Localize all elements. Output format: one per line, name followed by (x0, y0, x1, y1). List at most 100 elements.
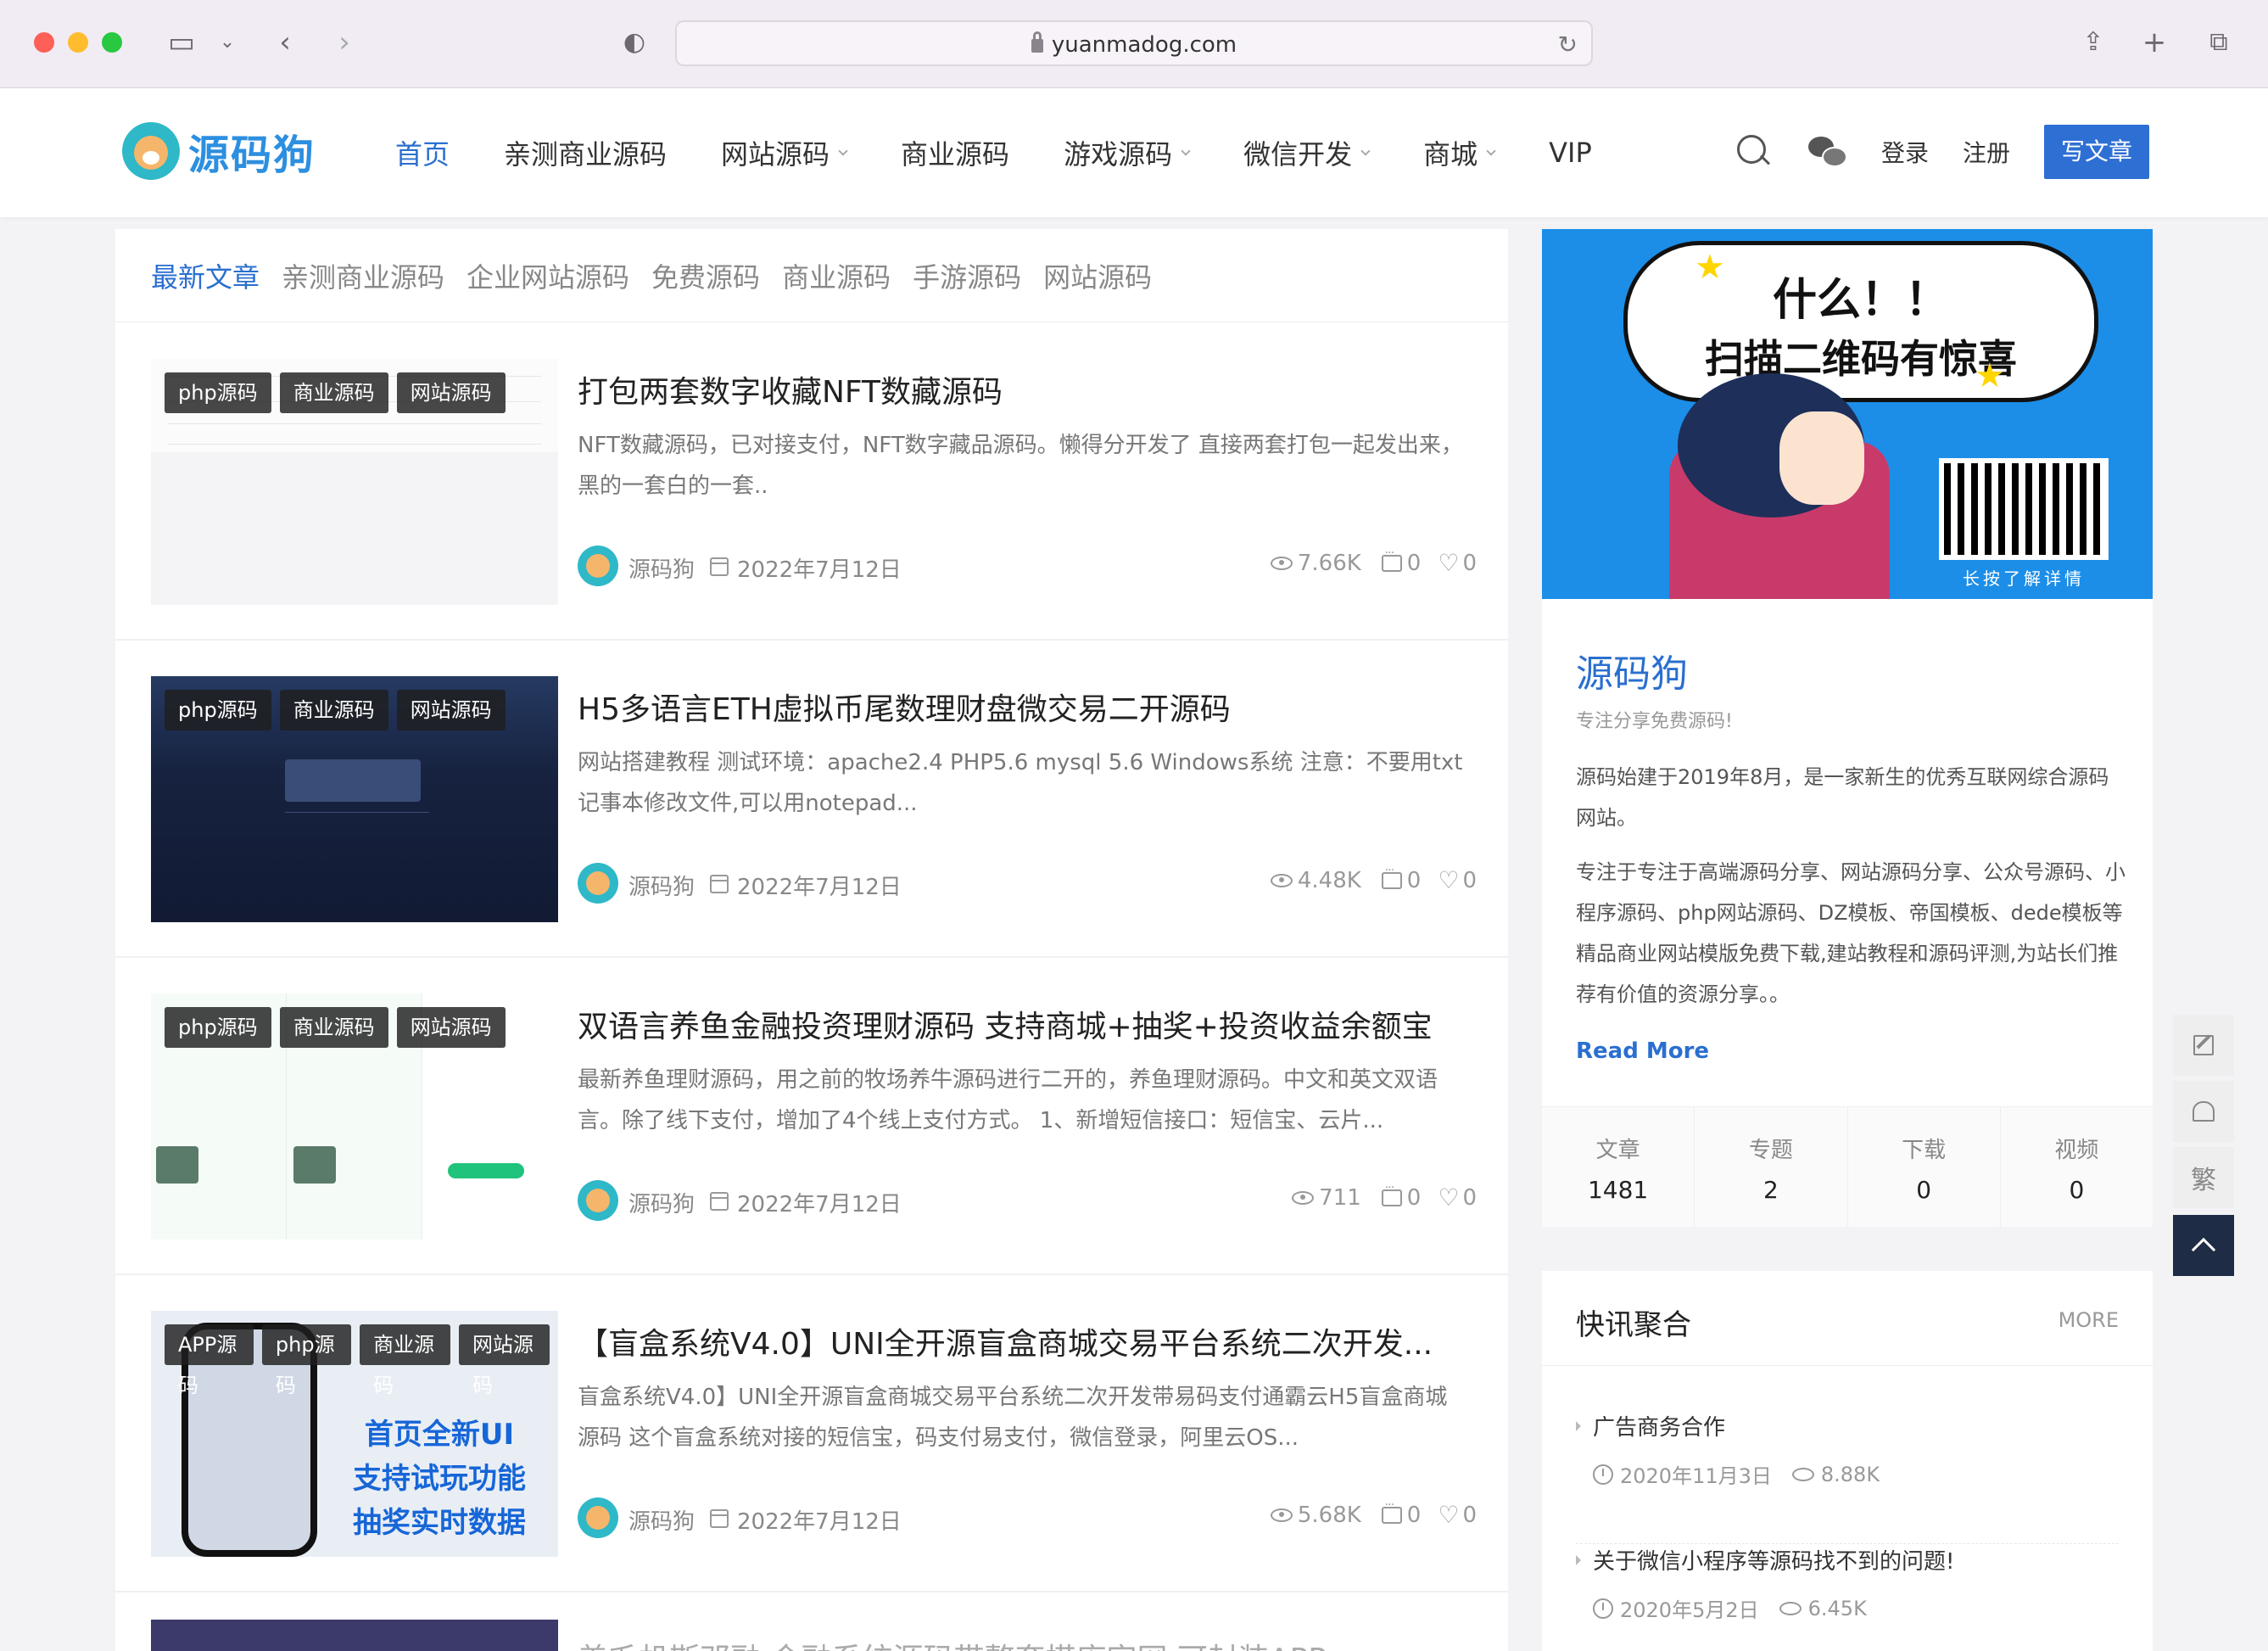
avatar[interactable] (578, 546, 618, 586)
post-thumbnail[interactable]: php源码 商业源码 网站源码 (151, 359, 558, 605)
nav-item-tested-commercial[interactable]: 亲测商业源码 (504, 133, 667, 172)
nav-label: VIP (1549, 137, 1592, 169)
zoom-window-button[interactable] (102, 32, 122, 53)
author-name[interactable]: 源码狗 (628, 552, 695, 584)
address-bar[interactable]: yuanmadog.com ↻ (675, 20, 1593, 66)
nav-item-mall[interactable]: 商城 (1423, 133, 1496, 172)
post-stats: 7.66K 0 ♡ 0 (1270, 546, 1477, 576)
news-item[interactable]: 广告商务合作 2020年11月3日 8.88K (1576, 1410, 2119, 1544)
forward-icon[interactable]: › (327, 25, 361, 59)
post-title[interactable]: 盖毛机斯邓融 金融系统源码带整套搭库字网 可封装APP (578, 1635, 1468, 1651)
minimize-window-button[interactable] (68, 32, 88, 53)
badge[interactable]: php源码 (165, 1007, 271, 1048)
stat-videos[interactable]: 视频 0 (2001, 1107, 2153, 1227)
qr-code[interactable] (1939, 458, 2109, 560)
tab-free-source[interactable]: 免费源码 (651, 256, 760, 295)
chevron-down-icon[interactable]: ⌄ (210, 25, 244, 59)
stat-topics[interactable]: 专题 2 (1695, 1107, 1848, 1227)
nav-item-game-source[interactable]: 游戏源码 (1064, 133, 1191, 172)
avatar[interactable] (578, 863, 618, 904)
heart-icon[interactable]: ♡ (1438, 551, 1459, 575)
site-logo[interactable]: 源码狗 (122, 120, 316, 182)
edit-icon (2193, 1035, 2214, 1055)
badge[interactable]: php源码 (165, 690, 271, 730)
write-article-button[interactable]: 写文章 (2044, 125, 2149, 179)
badge[interactable]: APP源码 (165, 1324, 254, 1397)
nav-item-home[interactable]: 首页 (395, 133, 450, 172)
tab-website-source[interactable]: 网站源码 (1043, 256, 1152, 295)
login-link[interactable]: 登录 (1881, 135, 1929, 169)
calendar-icon (710, 875, 729, 893)
tab-commercial-source[interactable]: 商业源码 (782, 256, 891, 295)
badge[interactable]: 网站源码 (396, 1007, 506, 1048)
like-count: 0 (1462, 868, 1477, 893)
float-notification-button[interactable] (2173, 1081, 2234, 1142)
tab-enterprise-site[interactable]: 企业网站源码 (466, 256, 629, 295)
thumbnail-image (156, 1146, 198, 1184)
author-name[interactable]: 源码狗 (628, 1187, 695, 1218)
post-thumbnail[interactable] (151, 1620, 558, 1651)
post-meta: 源码狗 2022年7月12日 4.48K 0 ♡ 0 (578, 863, 1477, 905)
comment-count: 0 (1406, 1503, 1422, 1528)
share-icon[interactable]: ⇪ (2076, 25, 2110, 59)
read-more-link[interactable]: Read More (1576, 1038, 1709, 1064)
badge[interactable]: 商业源码 (279, 1007, 388, 1048)
heart-icon[interactable]: ♡ (1438, 1186, 1459, 1210)
tab-tested-commercial[interactable]: 亲测商业源码 (282, 256, 444, 295)
heart-icon[interactable]: ♡ (1438, 1503, 1459, 1527)
address-text: yuanmadog.com (677, 31, 1591, 58)
tab-latest[interactable]: 最新文章 (151, 256, 260, 295)
badge[interactable]: 商业源码 (360, 1324, 451, 1397)
post-title[interactable]: H5多语言ETH虚拟币尾数理财盘微交易二开源码 (578, 685, 1468, 729)
reload-icon[interactable]: ↻ (1558, 31, 1578, 59)
badge[interactable]: php源码 (261, 1324, 352, 1397)
post-thumbnail[interactable]: php源码 商业源码 网站源码 (151, 993, 558, 1240)
stat-downloads[interactable]: 下载 0 (1848, 1107, 2001, 1227)
badge[interactable]: php源码 (165, 372, 271, 413)
float-edit-button[interactable] (2173, 1015, 2234, 1076)
stat-articles[interactable]: 文章 1481 (1542, 1107, 1695, 1227)
nav-item-website-source[interactable]: 网站源码 (721, 133, 848, 172)
close-window-button[interactable] (34, 32, 54, 53)
search-icon[interactable] (1736, 135, 1771, 169)
news-item-title[interactable]: 关于微信小程序等源码找不到的问题! (1576, 1544, 1954, 1575)
post-title[interactable]: 【盲盒系统V4.0】UNI全开源盲盒商城交易平台系统二次开发... (578, 1319, 1468, 1363)
tabs-overview-icon[interactable]: ⧉ (2202, 25, 2236, 59)
post-excerpt: 网站搭建教程 测试环境：apache2.4 PHP5.6 mysql 5.6 W… (578, 750, 1463, 816)
avatar[interactable] (578, 1180, 618, 1221)
author-name[interactable]: 源码狗 (628, 1504, 695, 1536)
post-date: 2022年7月12日 (737, 1192, 902, 1217)
wechat-icon[interactable] (1807, 135, 1847, 169)
sidebar-toggle-icon[interactable]: ▭ (165, 25, 198, 59)
heart-icon[interactable]: ♡ (1438, 869, 1459, 893)
author-name[interactable]: 源码狗 (628, 870, 695, 901)
nav-item-wechat-dev[interactable]: 微信开发 (1243, 133, 1371, 172)
back-to-top-button[interactable] (2173, 1215, 2234, 1276)
nav-item-commercial-source[interactable]: 商业源码 (901, 133, 1009, 172)
back-icon[interactable]: ‹ (268, 25, 302, 59)
post-thumbnail[interactable]: 首页全新UI 支持试玩功能 抽奖实时数据 APP源码 php源码 商业源码 网站… (151, 1311, 558, 1557)
nav-item-vip[interactable]: VIP (1549, 137, 1592, 169)
sidebar-ad-banner[interactable]: 什么！！ 扫描二维码有惊喜 ★ ★ 长按了解详情 (1542, 229, 2153, 599)
badge[interactable]: 网站源码 (459, 1324, 550, 1397)
post-title[interactable]: 双语言养鱼金融投资理财源码 支持商城+抽奖+投资收益余额宝 (578, 1002, 1468, 1046)
post-thumbnail[interactable]: php源码 商业源码 网站源码 (151, 676, 558, 922)
news-more-link[interactable]: MORE (2059, 1308, 2119, 1332)
news-item-title[interactable]: 广告商务合作 (1576, 1410, 1725, 1441)
about-subtitle: 专注分享免费源码! (1576, 711, 1733, 732)
url-text: yuanmadog.com (1051, 32, 1237, 58)
badge[interactable]: 商业源码 (279, 372, 388, 413)
badge[interactable]: 网站源码 (396, 372, 506, 413)
traditional-chinese-toggle[interactable]: 繁 (2173, 1147, 2234, 1208)
post-stats: 711 0 ♡ 0 (1292, 1181, 1477, 1211)
post-title[interactable]: 打包两套数字收藏NFT数藏源码 (578, 367, 1468, 411)
badge[interactable]: 商业源码 (279, 690, 388, 730)
badge[interactable]: 网站源码 (396, 690, 506, 730)
register-link[interactable]: 注册 (1963, 135, 2010, 169)
comment-icon (1381, 546, 1402, 572)
shield-icon[interactable]: ◐ (617, 25, 651, 59)
tab-mobile-game[interactable]: 手游源码 (913, 256, 1021, 295)
news-item[interactable]: 关于微信小程序等源码找不到的问题! 2020年5月2日 6.45K (1576, 1544, 2119, 1651)
avatar[interactable] (578, 1497, 618, 1538)
new-tab-icon[interactable]: + (2137, 25, 2171, 59)
